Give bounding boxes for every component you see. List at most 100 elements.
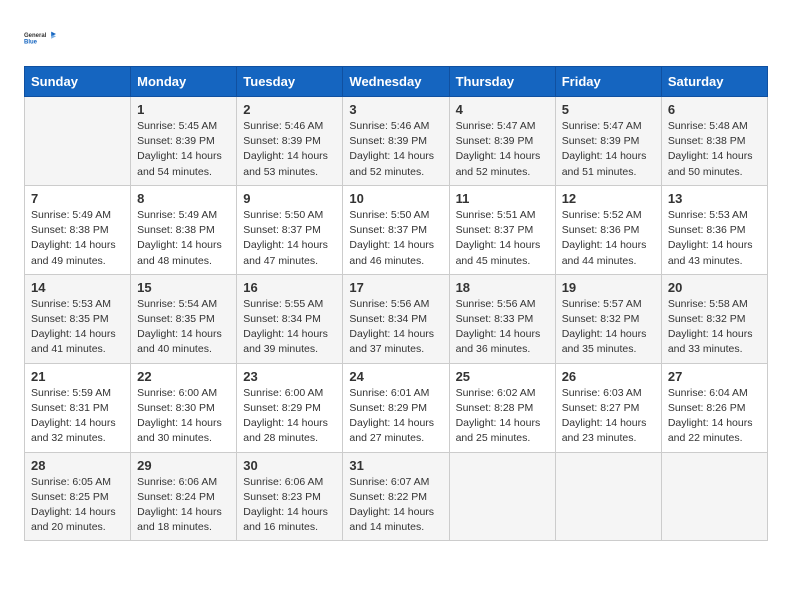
calendar-table: SundayMondayTuesdayWednesdayThursdayFrid… xyxy=(24,66,768,541)
calendar-cell: 22Sunrise: 6:00 AMSunset: 8:30 PMDayligh… xyxy=(131,363,237,452)
day-number: 1 xyxy=(137,102,230,117)
calendar-cell: 1 Sunrise: 5:45 AMSunset: 8:39 PMDaylight… xyxy=(131,97,237,186)
calendar-cell: 24 Sunrise: 6:01 AMSunset: 8:29 PMDayligh… xyxy=(343,363,449,452)
calendar-cell: 30 Sunrise: 6:06 AMSunset: 8:23 PMDayligh… xyxy=(237,452,343,541)
day-info: Sunrise: 5:49 AMSunset: 8:38 PMDaylight:… xyxy=(31,208,124,269)
day-info: Sunrise: 5:48 AMSunset: 8:38 PMDaylight:… xyxy=(668,119,761,180)
day-info: Sunrise: 5:54 AMSunset: 8:35 PMDaylight:… xyxy=(137,297,230,358)
day-info: Sunrise: 5:57 AMSunset: 8:32 PMDaylight:… xyxy=(562,297,655,358)
day-number: 7 xyxy=(31,191,124,206)
day-number: 30 xyxy=(243,458,336,473)
calendar-cell xyxy=(449,452,555,541)
calendar-cell: 19 Sunrise: 5:57 AMSunset: 8:32 PMDayligh… xyxy=(555,274,661,363)
day-number: 5 xyxy=(562,102,655,117)
day-info: Sunrise: 5:51 AMSunset: 8:37 PMDaylight:… xyxy=(456,208,549,269)
day-info: Sunrise: 5:55 AMSunset: 8:34 PMDaylight:… xyxy=(243,297,336,358)
calendar-cell: 20Sunrise: 5:58 AMSunset: 8:32 PMDayligh… xyxy=(661,274,767,363)
day-info: Sunrise: 6:06 AMSunset: 8:24 PMDaylight:… xyxy=(137,475,230,536)
day-number: 9 xyxy=(243,191,336,206)
day-info: Sunrise: 5:52 AMSunset: 8:36 PMDaylight:… xyxy=(562,208,655,269)
day-number: 15 xyxy=(137,280,230,295)
day-number: 12 xyxy=(562,191,655,206)
calendar-cell: 21Sunrise: 5:59 AMSunset: 8:31 PMDayligh… xyxy=(25,363,131,452)
logo-svg: General Blue xyxy=(24,20,56,56)
calendar-cell: 14 Sunrise: 5:53 AMSunset: 8:35 PMDayligh… xyxy=(25,274,131,363)
calendar-cell: 8Sunrise: 5:49 AMSunset: 8:38 PMDaylight… xyxy=(131,185,237,274)
weekday-header-tuesday: Tuesday xyxy=(237,67,343,97)
day-number: 13 xyxy=(668,191,761,206)
calendar-cell: 25 Sunrise: 6:02 AMSunset: 8:28 PMDayligh… xyxy=(449,363,555,452)
weekday-header-friday: Friday xyxy=(555,67,661,97)
day-info: Sunrise: 5:49 AMSunset: 8:38 PMDaylight:… xyxy=(137,208,230,269)
calendar-cell: 18Sunrise: 5:56 AMSunset: 8:33 PMDayligh… xyxy=(449,274,555,363)
calendar-cell: 17Sunrise: 5:56 AMSunset: 8:34 PMDayligh… xyxy=(343,274,449,363)
calendar-header-row: SundayMondayTuesdayWednesdayThursdayFrid… xyxy=(25,67,768,97)
day-info: Sunrise: 5:46 AMSunset: 8:39 PMDaylight:… xyxy=(243,119,336,180)
weekday-header-monday: Monday xyxy=(131,67,237,97)
calendar-cell xyxy=(25,97,131,186)
day-info: Sunrise: 5:47 AMSunset: 8:39 PMDaylight:… xyxy=(456,119,549,180)
calendar-cell: 31 Sunrise: 6:07 AMSunset: 8:22 PMDayligh… xyxy=(343,452,449,541)
day-number: 25 xyxy=(456,369,549,384)
day-number: 18 xyxy=(456,280,549,295)
weekday-header-thursday: Thursday xyxy=(449,67,555,97)
day-info: Sunrise: 5:56 AMSunset: 8:34 PMDaylight:… xyxy=(349,297,442,358)
day-number: 26 xyxy=(562,369,655,384)
day-info: Sunrise: 6:05 AMSunset: 8:25 PMDaylight:… xyxy=(31,475,124,536)
day-number: 6 xyxy=(668,102,761,117)
day-number: 22 xyxy=(137,369,230,384)
calendar-cell: 11 Sunrise: 5:51 AMSunset: 8:37 PMDayligh… xyxy=(449,185,555,274)
svg-text:General: General xyxy=(24,33,47,39)
calendar-cell: 13 Sunrise: 5:53 AMSunset: 8:36 PMDayligh… xyxy=(661,185,767,274)
day-info: Sunrise: 6:04 AMSunset: 8:26 PMDaylight:… xyxy=(668,386,761,447)
header: General Blue xyxy=(24,20,768,56)
day-info: Sunrise: 5:59 AMSunset: 8:31 PMDaylight:… xyxy=(31,386,124,447)
day-info: Sunrise: 6:01 AMSunset: 8:29 PMDaylight:… xyxy=(349,386,442,447)
calendar-cell: 15 Sunrise: 5:54 AMSunset: 8:35 PMDayligh… xyxy=(131,274,237,363)
calendar-week-row: 28 Sunrise: 6:05 AMSunset: 8:25 PMDayligh… xyxy=(25,452,768,541)
weekday-header-saturday: Saturday xyxy=(661,67,767,97)
calendar-week-row: 14 Sunrise: 5:53 AMSunset: 8:35 PMDayligh… xyxy=(25,274,768,363)
calendar-cell: 23Sunrise: 6:00 AMSunset: 8:29 PMDayligh… xyxy=(237,363,343,452)
day-info: Sunrise: 5:46 AMSunset: 8:39 PMDaylight:… xyxy=(349,119,442,180)
day-number: 3 xyxy=(349,102,442,117)
day-number: 2 xyxy=(243,102,336,117)
calendar-week-row: 7 Sunrise: 5:49 AMSunset: 8:38 PMDaylight… xyxy=(25,185,768,274)
day-number: 10 xyxy=(349,191,442,206)
calendar-cell: 12 Sunrise: 5:52 AMSunset: 8:36 PMDayligh… xyxy=(555,185,661,274)
calendar-cell: 16 Sunrise: 5:55 AMSunset: 8:34 PMDayligh… xyxy=(237,274,343,363)
day-number: 31 xyxy=(349,458,442,473)
day-info: Sunrise: 6:07 AMSunset: 8:22 PMDaylight:… xyxy=(349,475,442,536)
calendar-cell: 2 Sunrise: 5:46 AMSunset: 8:39 PMDaylight… xyxy=(237,97,343,186)
day-number: 28 xyxy=(31,458,124,473)
day-info: Sunrise: 5:50 AMSunset: 8:37 PMDaylight:… xyxy=(349,208,442,269)
calendar-cell: 9 Sunrise: 5:50 AMSunset: 8:37 PMDaylight… xyxy=(237,185,343,274)
day-number: 4 xyxy=(456,102,549,117)
day-number: 29 xyxy=(137,458,230,473)
day-number: 11 xyxy=(456,191,549,206)
calendar-cell: 7 Sunrise: 5:49 AMSunset: 8:38 PMDaylight… xyxy=(25,185,131,274)
day-info: Sunrise: 5:45 AMSunset: 8:39 PMDaylight:… xyxy=(137,119,230,180)
day-info: Sunrise: 6:03 AMSunset: 8:27 PMDaylight:… xyxy=(562,386,655,447)
day-info: Sunrise: 6:02 AMSunset: 8:28 PMDaylight:… xyxy=(456,386,549,447)
day-number: 19 xyxy=(562,280,655,295)
calendar-cell: 26 Sunrise: 6:03 AMSunset: 8:27 PMDayligh… xyxy=(555,363,661,452)
day-number: 23 xyxy=(243,369,336,384)
calendar-cell: 27 Sunrise: 6:04 AMSunset: 8:26 PMDayligh… xyxy=(661,363,767,452)
calendar-cell: 3 Sunrise: 5:46 AMSunset: 8:39 PMDaylight… xyxy=(343,97,449,186)
svg-text:Blue: Blue xyxy=(24,40,38,46)
day-info: Sunrise: 5:53 AMSunset: 8:35 PMDaylight:… xyxy=(31,297,124,358)
day-number: 24 xyxy=(349,369,442,384)
calendar-cell xyxy=(661,452,767,541)
day-info: Sunrise: 5:47 AMSunset: 8:39 PMDaylight:… xyxy=(562,119,655,180)
day-info: Sunrise: 6:06 AMSunset: 8:23 PMDaylight:… xyxy=(243,475,336,536)
day-info: Sunrise: 5:58 AMSunset: 8:32 PMDaylight:… xyxy=(668,297,761,358)
day-number: 14 xyxy=(31,280,124,295)
day-number: 27 xyxy=(668,369,761,384)
day-number: 16 xyxy=(243,280,336,295)
calendar-cell: 29 Sunrise: 6:06 AMSunset: 8:24 PMDayligh… xyxy=(131,452,237,541)
day-info: Sunrise: 5:53 AMSunset: 8:36 PMDaylight:… xyxy=(668,208,761,269)
calendar-cell: 6 Sunrise: 5:48 AMSunset: 8:38 PMDaylight… xyxy=(661,97,767,186)
day-info: Sunrise: 5:50 AMSunset: 8:37 PMDaylight:… xyxy=(243,208,336,269)
calendar-cell: 4 Sunrise: 5:47 AMSunset: 8:39 PMDaylight… xyxy=(449,97,555,186)
